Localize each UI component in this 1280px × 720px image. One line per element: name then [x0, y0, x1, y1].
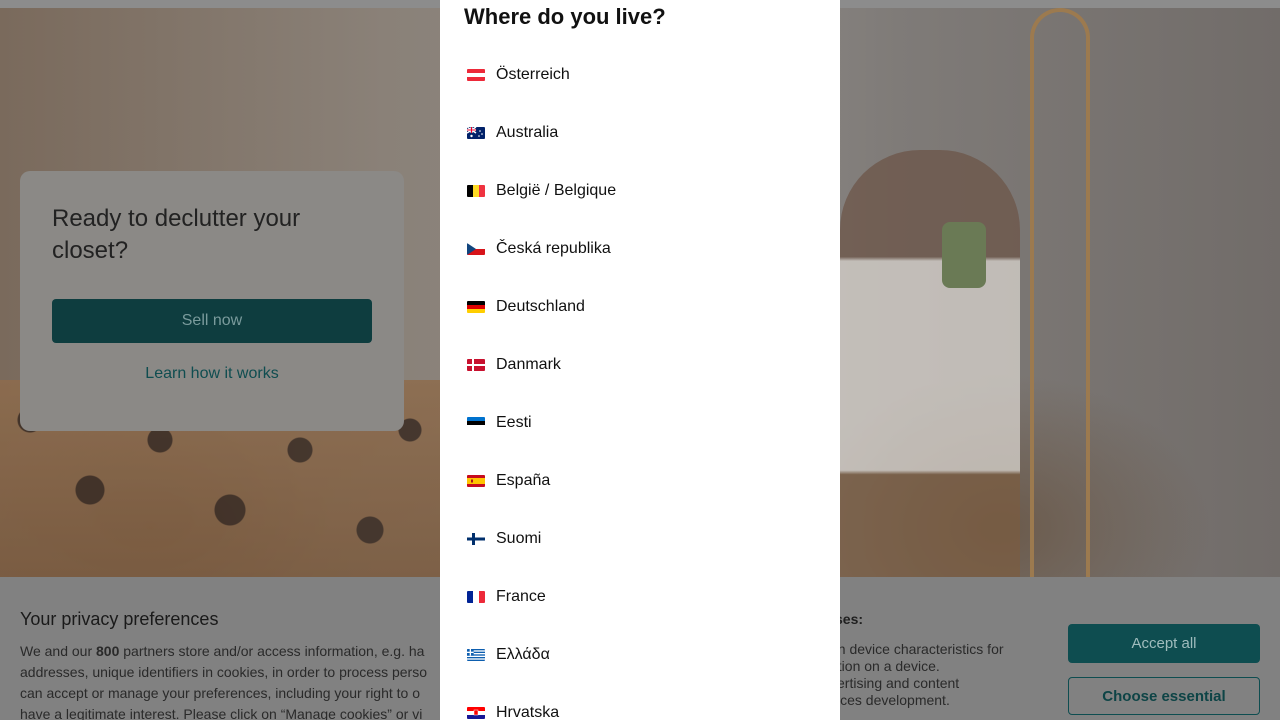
country-option-croatia[interactable]: Hrvatska [440, 684, 840, 720]
country-option-estonia[interactable]: Eesti [440, 394, 840, 452]
country-select-modal: Where do you live? Österreich Australia … [440, 0, 840, 720]
country-list: Österreich Australia België / Belgique Č… [440, 46, 840, 720]
privacy-title: Your privacy preferences [20, 609, 219, 629]
country-option-greece[interactable]: Ελλάδα [440, 626, 840, 684]
country-option-france[interactable]: France [440, 568, 840, 626]
belgium-flag-icon [467, 185, 485, 197]
country-option-czechia[interactable]: Česká republika [440, 220, 840, 278]
partner-count: 800 [96, 643, 120, 659]
accept-all-button[interactable]: Accept all [1068, 624, 1260, 663]
czech-flag-icon [467, 243, 485, 255]
country-name: España [496, 472, 551, 489]
country-option-spain[interactable]: España [440, 452, 840, 510]
country-name: Česká republika [496, 240, 611, 257]
country-name: België / Belgique [496, 182, 617, 199]
choose-essential-button[interactable]: Choose essential [1068, 677, 1260, 715]
country-name: Danmark [496, 356, 561, 373]
spain-flag-icon [467, 475, 485, 487]
denmark-flag-icon [467, 359, 485, 371]
learn-how-it-works-link[interactable]: Learn how it works [52, 365, 372, 383]
country-option-denmark[interactable]: Danmark [440, 336, 840, 394]
country-name: France [496, 588, 546, 605]
country-option-austria[interactable]: Österreich [440, 46, 840, 104]
mirror-frame [1030, 8, 1090, 577]
purposes-text: an device characteristics for ation on a… [830, 641, 1004, 708]
france-flag-icon [467, 591, 485, 603]
estonia-flag-icon [467, 417, 485, 429]
person-photo [840, 150, 1020, 577]
australia-flag-icon [467, 127, 485, 139]
finland-flag-icon [467, 533, 485, 545]
croatia-flag-icon [467, 707, 485, 719]
country-option-australia[interactable]: Australia [440, 104, 840, 162]
country-name: Ελλάδα [496, 646, 550, 663]
privacy-description: We and our 800 partners store and/or acc… [20, 641, 460, 720]
privacy-text-start: We and our [20, 643, 97, 659]
phone-in-photo [942, 222, 986, 288]
promo-card: Ready to declutter your closet? Sell now… [20, 171, 404, 431]
sell-now-button[interactable]: Sell now [52, 299, 372, 343]
modal-title: Where do you live? [464, 4, 666, 29]
country-option-germany[interactable]: Deutschland [440, 278, 840, 336]
austria-flag-icon [467, 69, 485, 81]
country-name: Suomi [496, 530, 542, 547]
country-name: Deutschland [496, 298, 585, 315]
country-option-finland[interactable]: Suomi [440, 510, 840, 568]
promo-title: Ready to declutter your closet? [52, 205, 301, 264]
country-name: Hrvatska [496, 704, 560, 720]
country-option-belgium[interactable]: België / Belgique [440, 162, 840, 220]
country-name: Österreich [496, 66, 570, 83]
country-name: Australia [496, 124, 559, 141]
germany-flag-icon [467, 301, 485, 313]
greece-flag-icon [467, 649, 485, 661]
country-name: Eesti [496, 414, 532, 431]
